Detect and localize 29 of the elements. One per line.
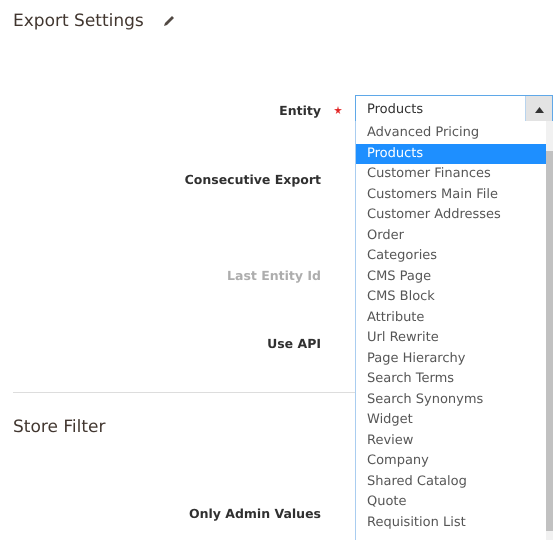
dropdown-option[interactable]: Requisition List <box>356 512 546 533</box>
dropdown-option[interactable]: Review <box>356 430 546 451</box>
dropdown-option[interactable]: CMS Block <box>356 287 546 308</box>
pencil-icon[interactable] <box>162 14 176 28</box>
dropdown-option[interactable]: Customer Finances <box>356 164 546 184</box>
dropdown-option[interactable]: Widget <box>356 410 546 430</box>
dropdown-option[interactable]: Shared Catalog <box>356 472 546 492</box>
dropdown-option[interactable]: Advanced Pricing <box>356 123 546 144</box>
dropdown-option[interactable]: Page Hierarchy <box>356 348 546 369</box>
dropdown-option[interactable]: Customer Addresses <box>356 205 546 226</box>
caret-up-icon <box>534 107 544 113</box>
dropdown-option[interactable]: Search Terms <box>356 369 546 390</box>
dropdown-option[interactable]: Url Rewrite <box>356 328 546 348</box>
field-label: Entity <box>279 102 321 118</box>
dropdown-option[interactable]: Search Synonyms <box>356 390 546 410</box>
dropdown-option[interactable]: Company <box>356 451 546 472</box>
section-title: Store Filter <box>13 417 106 437</box>
dropdown-option[interactable]: Quote <box>356 492 546 512</box>
field-label: Consecutive Export <box>184 172 321 186</box>
scrollbar[interactable] <box>546 121 553 540</box>
dropdown-option[interactable]: Customers Main File <box>356 184 546 205</box>
section-title: Export Settings <box>13 11 144 31</box>
dropdown-option[interactable]: Order <box>356 226 546 246</box>
field-label: Last Entity Id <box>227 268 321 282</box>
dropdown-option[interactable]: Attribute <box>356 308 546 328</box>
dropdown-option[interactable]: CMS Page <box>356 266 546 287</box>
dropdown-option[interactable]: Categories <box>356 246 546 266</box>
field-label: Only Admin Values <box>188 506 321 520</box>
field-label: Use API <box>267 336 321 350</box>
